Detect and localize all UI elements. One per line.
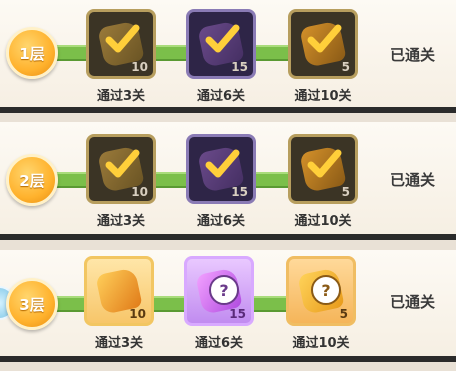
reward-slot-3[interactable]: 5 <box>288 9 358 79</box>
reward-slot-2[interactable]: ? 15 <box>184 256 254 326</box>
reward-count: 15 <box>231 60 248 74</box>
reward-label: 通过10关 <box>292 336 350 351</box>
tier-badge: 2层 <box>6 154 58 206</box>
reward-label: 通过3关 <box>96 214 146 229</box>
reward-label: 通过3关 <box>96 89 146 104</box>
reward-count: 5 <box>341 60 350 74</box>
reward-slot-2[interactable]: 15 <box>186 134 256 204</box>
check-icon <box>105 149 140 178</box>
reward-count: 10 <box>131 60 148 74</box>
reward-label: 通过3关 <box>94 336 144 351</box>
reward-count: 10 <box>129 307 146 321</box>
check-icon <box>307 149 342 178</box>
tier-row-3: 3层 10 通过3关 ? 15 通过6关 ? 5 通过10关 已通关 <box>0 250 456 362</box>
reward-slot-1[interactable]: 10 <box>86 134 156 204</box>
tier-status: 已通关 <box>390 46 436 64</box>
question-icon: ? <box>209 275 239 305</box>
tier-badge: 1层 <box>6 27 58 79</box>
check-icon <box>205 24 240 53</box>
reward-count: 5 <box>339 307 348 321</box>
check-icon <box>105 24 140 53</box>
check-icon <box>307 24 342 53</box>
reward-label: 通过6关 <box>196 214 246 229</box>
reward-slot-3[interactable]: ? 5 <box>286 256 356 326</box>
reward-count: 15 <box>231 185 248 199</box>
reward-label: 通过6关 <box>196 89 246 104</box>
reward-label: 通过6关 <box>194 336 244 351</box>
check-icon <box>205 149 240 178</box>
reward-slot-3[interactable]: 5 <box>288 134 358 204</box>
reward-slot-1[interactable]: 10 <box>84 256 154 326</box>
tier-row-1: 1层 10 通过3关 15 通过6关 5 通过10关 已通关 <box>0 0 456 113</box>
reward-slot-1[interactable]: 10 <box>86 9 156 79</box>
tier-row-2: 2层 10 通过3关 15 通过6关 5 通过10关 已通关 <box>0 122 456 240</box>
tier-status: 已通关 <box>390 293 436 311</box>
tier-badge: 3层 <box>6 278 58 330</box>
question-icon: ? <box>311 275 341 305</box>
reward-count: 10 <box>131 185 148 199</box>
reward-slot-2[interactable]: 15 <box>186 9 256 79</box>
reward-count: 5 <box>341 185 350 199</box>
tier-status: 已通关 <box>390 171 436 189</box>
reward-label: 通过10关 <box>294 214 352 229</box>
reward-count: 15 <box>229 307 246 321</box>
reward-label: 通过10关 <box>294 89 352 104</box>
